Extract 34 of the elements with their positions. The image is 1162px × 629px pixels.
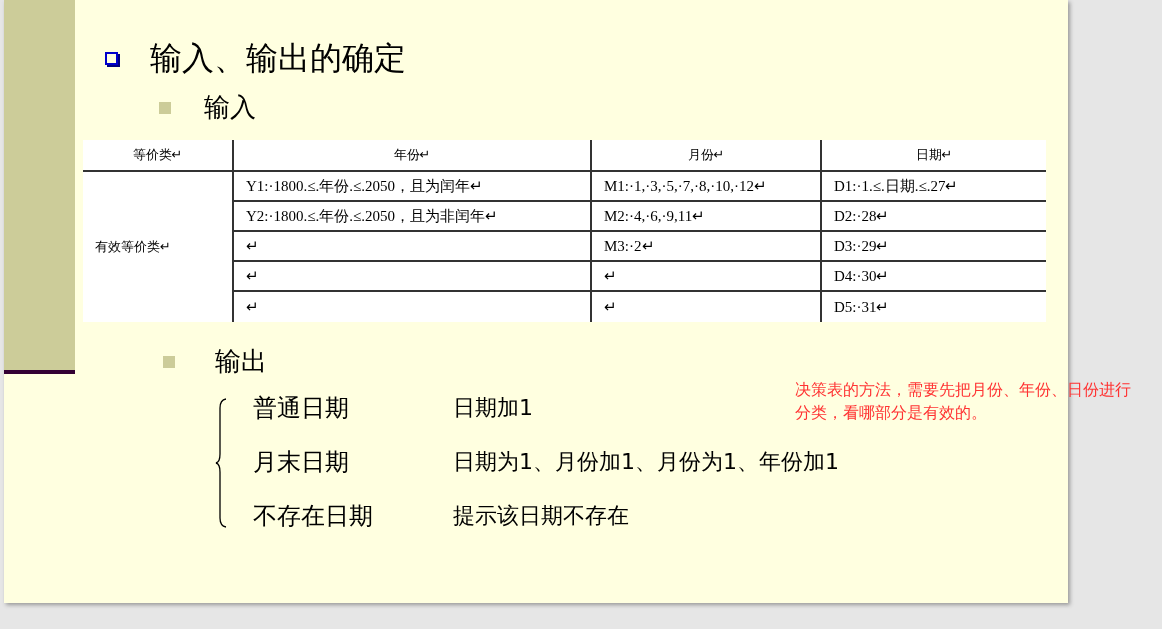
case-result: 提示该日期不存在 [453,502,629,530]
table-cell: D3:·29↵ [822,232,1046,262]
table-cell: D4:·30↵ [822,262,1046,292]
table-cell: M3:·2↵ [592,232,822,262]
table-cell: ↵ [234,232,592,262]
case-result: 日期为1、月份加1、月份为1、年份加1 [453,448,839,476]
column-header: 年份↵ [234,140,592,172]
output-label: 输出 [215,346,267,378]
table-cell: M2:·4,·6,·9,11↵ [592,202,822,232]
column-header: 月份↵ [592,140,822,172]
table-cell: Y1:·1800.≤.年份.≤.2050，且为闰年↵ [234,172,592,202]
column-header: 日期↵ [822,140,1046,172]
table-cell: Y2:·1800.≤.年份.≤.2050，且为非闰年↵ [234,202,592,232]
case-name: 月末日期 [253,448,350,477]
table-cell: 有效等价类↵ [83,172,234,322]
table-cell: M1:·1,·3,·5,·7,·8,·10,·12↵ [592,172,822,202]
table-cell: ↵ [592,262,822,292]
case-result: 日期加1 [453,394,533,422]
square-bullet-icon [163,356,175,368]
input-label: 输入 [204,92,256,124]
table-cell: ↵ [592,292,822,322]
table-cell: D2:·28↵ [822,202,1046,232]
heading: 输入、输出的确定 [150,39,406,78]
table-cell: ↵ [234,292,592,322]
square-bullet-icon [159,102,171,114]
table-cell-text: D5:·31↵ [833,297,891,317]
column-header: 等价类↵ [83,140,234,172]
table-cell: D1:·1.≤.日期.≤.27↵ [822,172,1046,202]
case-name: 不存在日期 [253,502,374,531]
comment-text: 决策表的方法，需要先把月份、年份、日份进行分类，看哪部分是有效的。 [795,379,1132,424]
case-name: 普通日期 [253,394,350,423]
table-cell: ↵ [234,262,592,292]
curly-brace-icon [215,398,227,528]
checkbox-bullet-icon [105,51,118,65]
